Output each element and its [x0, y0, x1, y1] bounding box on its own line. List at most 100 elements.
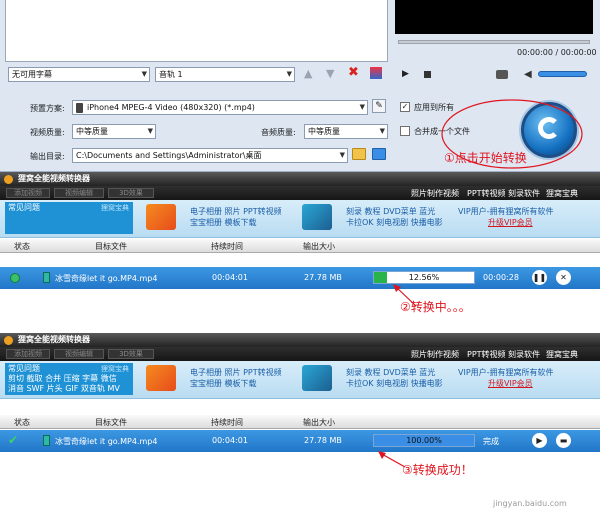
delete-icon[interactable]: ✖: [348, 65, 359, 80]
preset-select[interactable]: iPhone4 MPEG-4 Video (480x320) (*.mp4) ▼: [72, 100, 368, 115]
ad-vip-link[interactable]: 升级VIP会员: [458, 217, 554, 228]
nav-liwo-guide[interactable]: 狸窝宝典: [546, 349, 578, 360]
video-quality-select[interactable]: 中等质量 ▼: [72, 124, 156, 139]
nav-burn-software[interactable]: 刻录软件: [508, 349, 540, 360]
ad-burn-line-2: 卡拉OK 刻电视剧 快播电影: [346, 218, 443, 227]
col-status: 状态: [14, 418, 30, 427]
window-title: 狸窝全能视频转换器: [18, 335, 90, 344]
table-row[interactable]: 冰雪奇缘let it go.MP4.mp4 00:04:01 27.78 MB …: [0, 267, 600, 289]
play-button[interactable]: ▶: [532, 433, 547, 448]
nav-burn-software[interactable]: 刻录软件: [508, 188, 540, 199]
ad-vip[interactable]: VIP用户-拥有狸窝所有软件 升级VIP会员: [458, 206, 554, 228]
audio-quality-label: 音频质量:: [261, 128, 296, 137]
converting-status-icon: [10, 273, 20, 283]
audio-track-select[interactable]: 音轨 1 ▼: [155, 67, 295, 82]
stop-icon[interactable]: [424, 71, 431, 78]
audio-quality-select[interactable]: 中等质量 ▼: [304, 124, 388, 139]
video-quality-label: 视频质量:: [30, 128, 65, 137]
volume-slider[interactable]: [538, 71, 587, 77]
nav-photo-video[interactable]: 照片制作视频: [411, 349, 459, 360]
apply-all-checkbox[interactable]: ✓: [400, 102, 410, 112]
window-title-bar: 狸窝全能视频转换器: [0, 333, 600, 347]
preset-settings-icon[interactable]: ✎: [372, 99, 386, 113]
play-icon[interactable]: ▶: [402, 69, 409, 79]
chevron-down-icon: ▼: [147, 127, 153, 135]
table-row[interactable]: ✔ 冰雪奇缘let it go.MP4.mp4 00:04:01 27.78 M…: [0, 430, 600, 452]
faq-line-1: 剪切 截取 合并 压缩 字幕 微信: [8, 374, 117, 383]
video-preview: [395, 0, 593, 34]
status-text: 完成: [483, 437, 499, 446]
nav-liwo-guide[interactable]: 狸窝宝典: [546, 188, 578, 199]
table-header: 状态 目标文件 持续时间 输出大小: [0, 239, 600, 253]
edit-video-button[interactable]: 视频编辑: [54, 349, 104, 359]
chevron-down-icon: ▼: [286, 70, 292, 78]
volume-icon[interactable]: ◀: [524, 69, 532, 80]
ad-burn[interactable]: 刻录 教程 DVD菜单 蓝光 卡拉OK 刻电视剧 快播电影: [346, 367, 443, 389]
ad-photo-line-2: 宝宝相册 模板下载: [190, 379, 257, 388]
file-icon: [43, 272, 50, 283]
ad-burn[interactable]: 刻录 教程 DVD菜单 蓝光 卡拉OK 刻电视剧 快播电影: [346, 206, 443, 228]
edit-video-button[interactable]: 视频编辑: [54, 188, 104, 198]
preset-label: 预置方案:: [30, 104, 65, 113]
open-output-button[interactable]: ▬: [556, 433, 571, 448]
ad-banner: 常见问题 狸窝宝典 剪切 截取 合并 压缩 字幕 微信 消音 SWF 片头 GI…: [0, 361, 600, 399]
output-size: 27.78 MB: [304, 273, 342, 282]
3d-effect-button[interactable]: 3D效果: [108, 188, 154, 198]
nav-ppt-video[interactable]: PPT转视频: [467, 349, 506, 360]
cancel-button[interactable]: ✕: [556, 270, 571, 285]
preview-seekbar[interactable]: [398, 40, 590, 44]
col-status: 状态: [14, 242, 30, 251]
table-header: 状态 目标文件 持续时间 输出大小: [0, 415, 600, 429]
time-display: 00:00:00 / 00:00:00: [517, 48, 597, 57]
ad-burn-line-1: 刻录 教程 DVD菜单 蓝光: [346, 368, 436, 377]
ad-vip-line-1: VIP用户-拥有狸窝所有软件: [458, 207, 554, 216]
ad-photo-album[interactable]: 电子相册 照片 PPT转视频 宝宝相册 模板下载: [190, 206, 282, 228]
folder-icon[interactable]: [352, 148, 366, 160]
nav-photo-video[interactable]: 照片制作视频: [411, 188, 459, 199]
converter-window-1: 狸窝全能视频转换器 添加视频 视频编辑 3D效果 照片制作视频 PPT转视频 刻…: [0, 172, 600, 330]
annotation-arrow: [378, 451, 406, 468]
ad-vip[interactable]: VIP用户-拥有狸窝所有软件 升级VIP会员: [458, 367, 554, 389]
add-video-button[interactable]: 添加视频: [6, 349, 50, 359]
subtitle-select[interactable]: 无可用字幕 ▼: [8, 67, 150, 82]
progress-bar: 12.56%: [373, 271, 475, 284]
file-name: 冰雪奇缘let it go.MP4.mp4: [55, 437, 158, 446]
progress-bar: 100.00%: [373, 434, 475, 447]
ad-photo-album[interactable]: 电子相册 照片 PPT转视频 宝宝相册 模板下载: [190, 367, 282, 389]
window-title: 狸窝全能视频转换器: [18, 174, 90, 183]
app-logo-icon: [4, 336, 13, 345]
annotation-arrow: [393, 284, 417, 307]
video-quality-value: 中等质量: [76, 127, 108, 136]
col-duration: 持续时间: [211, 242, 243, 251]
output-path-select[interactable]: C:\Documents and Settings\Administrator\…: [72, 148, 348, 163]
checkmark-icon: ✔: [8, 433, 19, 447]
ad-burn-line-1: 刻录 教程 DVD菜单 蓝光: [346, 207, 436, 216]
ad-vip-link[interactable]: 升级VIP会员: [458, 378, 554, 389]
audio-track-select-value: 音轨 1: [159, 70, 183, 79]
file-icon: [43, 435, 50, 446]
faq-line-2: 消音 SWF 片头 GIF 双音轨 MV: [8, 384, 120, 393]
pause-button[interactable]: ❚❚: [532, 270, 547, 285]
file-name: 冰雪奇缘let it go.MP4.mp4: [55, 274, 158, 283]
faq-panel[interactable]: 常见问题 狸窝宝典: [5, 202, 133, 234]
move-up-icon[interactable]: ▲: [304, 67, 312, 80]
duration: 00:04:01: [212, 273, 248, 282]
add-video-button[interactable]: 添加视频: [6, 188, 50, 198]
progress-fill: [374, 272, 387, 283]
camera-icon[interactable]: [496, 70, 508, 79]
open-folder-icon[interactable]: [372, 148, 386, 160]
move-down-icon[interactable]: ▼: [326, 67, 334, 80]
audio-quality-value: 中等质量: [308, 127, 340, 136]
nav-ppt-video[interactable]: PPT转视频: [467, 188, 506, 199]
annotation-success: ③转换成功！: [402, 463, 473, 477]
ad-burn-line-2: 卡拉OK 刻电视剧 快播电影: [346, 379, 443, 388]
ad-banner: 常见问题 狸窝宝典 电子相册 照片 PPT转视频 宝宝相册 模板下载 刻录 教程…: [0, 200, 600, 238]
faq-panel[interactable]: 常见问题 狸窝宝典 剪切 截取 合并 压缩 字幕 微信 消音 SWF 片头 GI…: [5, 363, 133, 395]
3d-effect-button[interactable]: 3D效果: [108, 349, 154, 359]
chevron-down-icon: ▼: [339, 151, 345, 159]
faq-subtitle: 狸窝宝典: [101, 204, 129, 212]
annotation-outline: [441, 99, 583, 169]
preset-select-value: iPhone4 MPEG-4 Video (480x320) (*.mp4): [87, 103, 255, 112]
merge-checkbox[interactable]: [400, 126, 410, 136]
list-settings-icon[interactable]: [370, 67, 382, 79]
